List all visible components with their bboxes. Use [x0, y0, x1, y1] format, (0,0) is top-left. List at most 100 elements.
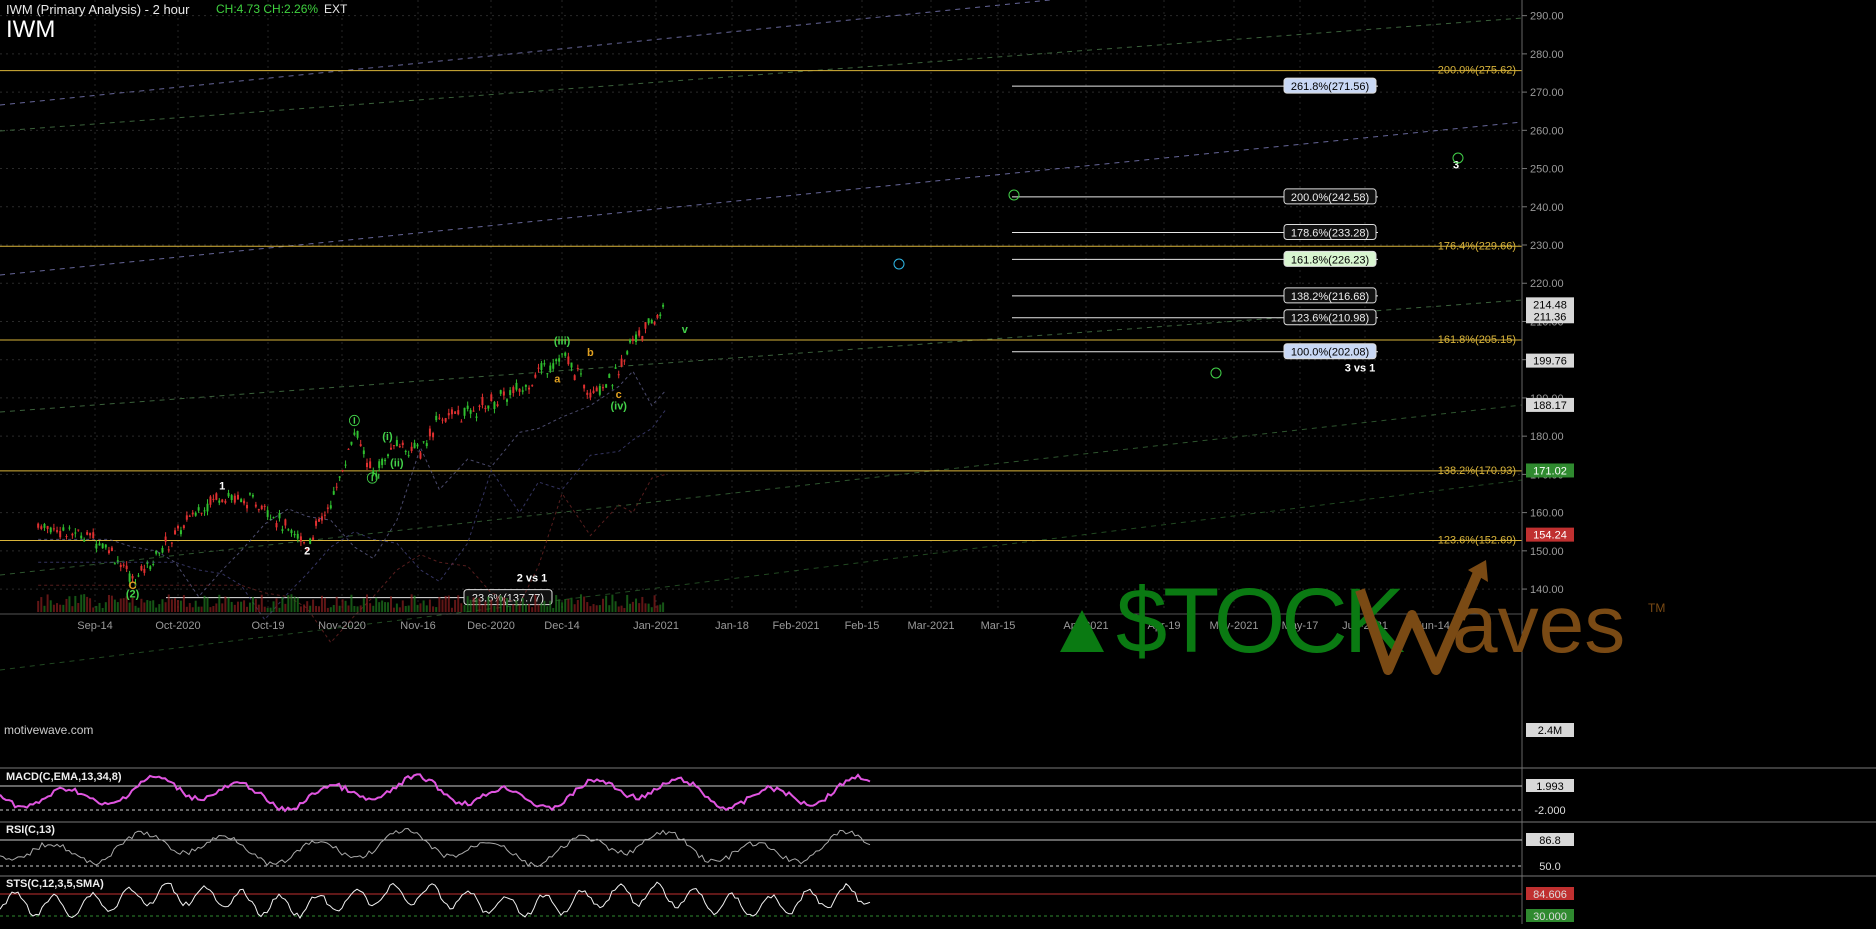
candle-body: [463, 407, 466, 416]
candle-body: [438, 417, 441, 419]
volume-bar: [598, 605, 601, 612]
volume-bar: [592, 604, 595, 612]
volume-bar: [197, 606, 200, 612]
candle-body: [472, 410, 475, 412]
volume-bar: [635, 598, 638, 612]
volume-bar: [240, 601, 243, 612]
fib-projection-label: 161.8%(226.23): [1291, 254, 1369, 266]
candle-body: [369, 461, 372, 469]
volume-bar: [644, 603, 647, 612]
volume-bar: [182, 595, 185, 612]
x-tick-label: Dec-14: [544, 620, 579, 632]
ext-badge[interactable]: EXT: [324, 2, 347, 16]
candle-body: [512, 387, 515, 394]
candle-body: [589, 392, 592, 398]
candle-body: [419, 452, 422, 459]
candle-body: [299, 536, 302, 542]
retrace-caption: 2 vs 1: [517, 573, 548, 585]
volume-bar: [631, 601, 634, 612]
candle-body: [95, 543, 98, 549]
candle-body: [617, 374, 620, 376]
candle-body: [215, 493, 218, 500]
candle-body: [543, 363, 546, 365]
candle-body: [77, 529, 80, 531]
candle-body: [416, 444, 419, 447]
volume-bar: [656, 605, 659, 612]
chart-stage[interactable]: 200.0%(275.62) 176.4%(229.66) 161.8%(205.1…: [0, 0, 1876, 924]
volume-bar: [278, 607, 281, 612]
candle-body: [287, 529, 290, 531]
volume-bar: [487, 596, 490, 612]
volume-bar: [104, 602, 107, 612]
y-tick-label: 240.00: [1530, 202, 1564, 214]
candle-body: [92, 532, 95, 539]
volume-bar: [248, 602, 251, 612]
volume-bar: [179, 600, 182, 612]
volume-bar: [561, 602, 564, 612]
volume-bar: [410, 594, 413, 612]
volume-bar: [170, 599, 173, 612]
volume-bar: [499, 595, 502, 612]
x-tick-label: Feb-2021: [772, 620, 819, 632]
volume-bar: [191, 607, 194, 612]
wave-label: (i): [382, 431, 393, 443]
volume-bar: [490, 599, 493, 612]
fib-level-label: 138.2%(170.93): [1438, 465, 1516, 477]
candle-body: [243, 500, 246, 504]
candle-body: [224, 500, 227, 503]
volume-bar: [164, 602, 167, 612]
candle-body: [137, 575, 140, 577]
candle-body: [623, 360, 626, 362]
volume-bar: [407, 605, 410, 612]
volume-bar: [149, 600, 152, 612]
candle-body: [638, 330, 641, 336]
candle-body: [564, 352, 567, 356]
volume-bar: [419, 603, 422, 612]
volume-bar: [92, 607, 95, 612]
candle-body: [194, 512, 197, 516]
candle-body: [365, 462, 368, 468]
x-tick-label: Feb-15: [845, 620, 880, 632]
volume-bar: [227, 597, 230, 612]
volume-bar: [573, 604, 576, 612]
volume-bar: [71, 606, 74, 612]
candle-body: [236, 494, 239, 500]
candle-body: [469, 410, 472, 414]
price-chart[interactable]: 200.0%(275.62) 176.4%(229.66) 161.8%(205.1…: [0, 0, 1876, 924]
svg-text:aves: aves: [1452, 579, 1625, 670]
volume-bar: [224, 596, 227, 612]
candle-body: [493, 402, 496, 410]
volume-bar: [481, 604, 484, 612]
candle-body: [389, 447, 392, 450]
candle-body: [248, 493, 251, 495]
volume-bar: [338, 605, 341, 612]
wave-label: Ⓘⁱ: [367, 471, 380, 485]
candle-body: [356, 430, 359, 438]
candle-body: [110, 547, 113, 551]
volume-bar: [567, 599, 570, 612]
candle-body: [561, 353, 564, 355]
candle-body: [404, 450, 407, 453]
candle-body: [191, 512, 194, 515]
candle-body: [315, 520, 318, 526]
candle-body: [626, 351, 629, 355]
fib-projection-label: 261.8%(271.56): [1291, 81, 1369, 93]
x-tick-label: Mar-2021: [907, 620, 954, 632]
candle-body: [608, 374, 611, 378]
volume-bar: [395, 603, 398, 612]
volume-bar: [425, 605, 428, 612]
volume-bar: [413, 595, 416, 612]
candle-body: [362, 450, 365, 455]
candle-body: [435, 415, 438, 421]
candle-body: [143, 568, 146, 573]
volume-bar: [158, 604, 161, 612]
candle-body: [450, 409, 453, 415]
candle-body: [353, 432, 356, 435]
x-tick-label: Oct-19: [251, 620, 284, 632]
candle-body: [272, 517, 275, 519]
volume-bar: [454, 599, 457, 612]
volume-bar: [369, 603, 372, 612]
volume-bar: [378, 602, 381, 612]
wave-label: 2: [304, 546, 310, 558]
volume-bar: [515, 600, 518, 612]
